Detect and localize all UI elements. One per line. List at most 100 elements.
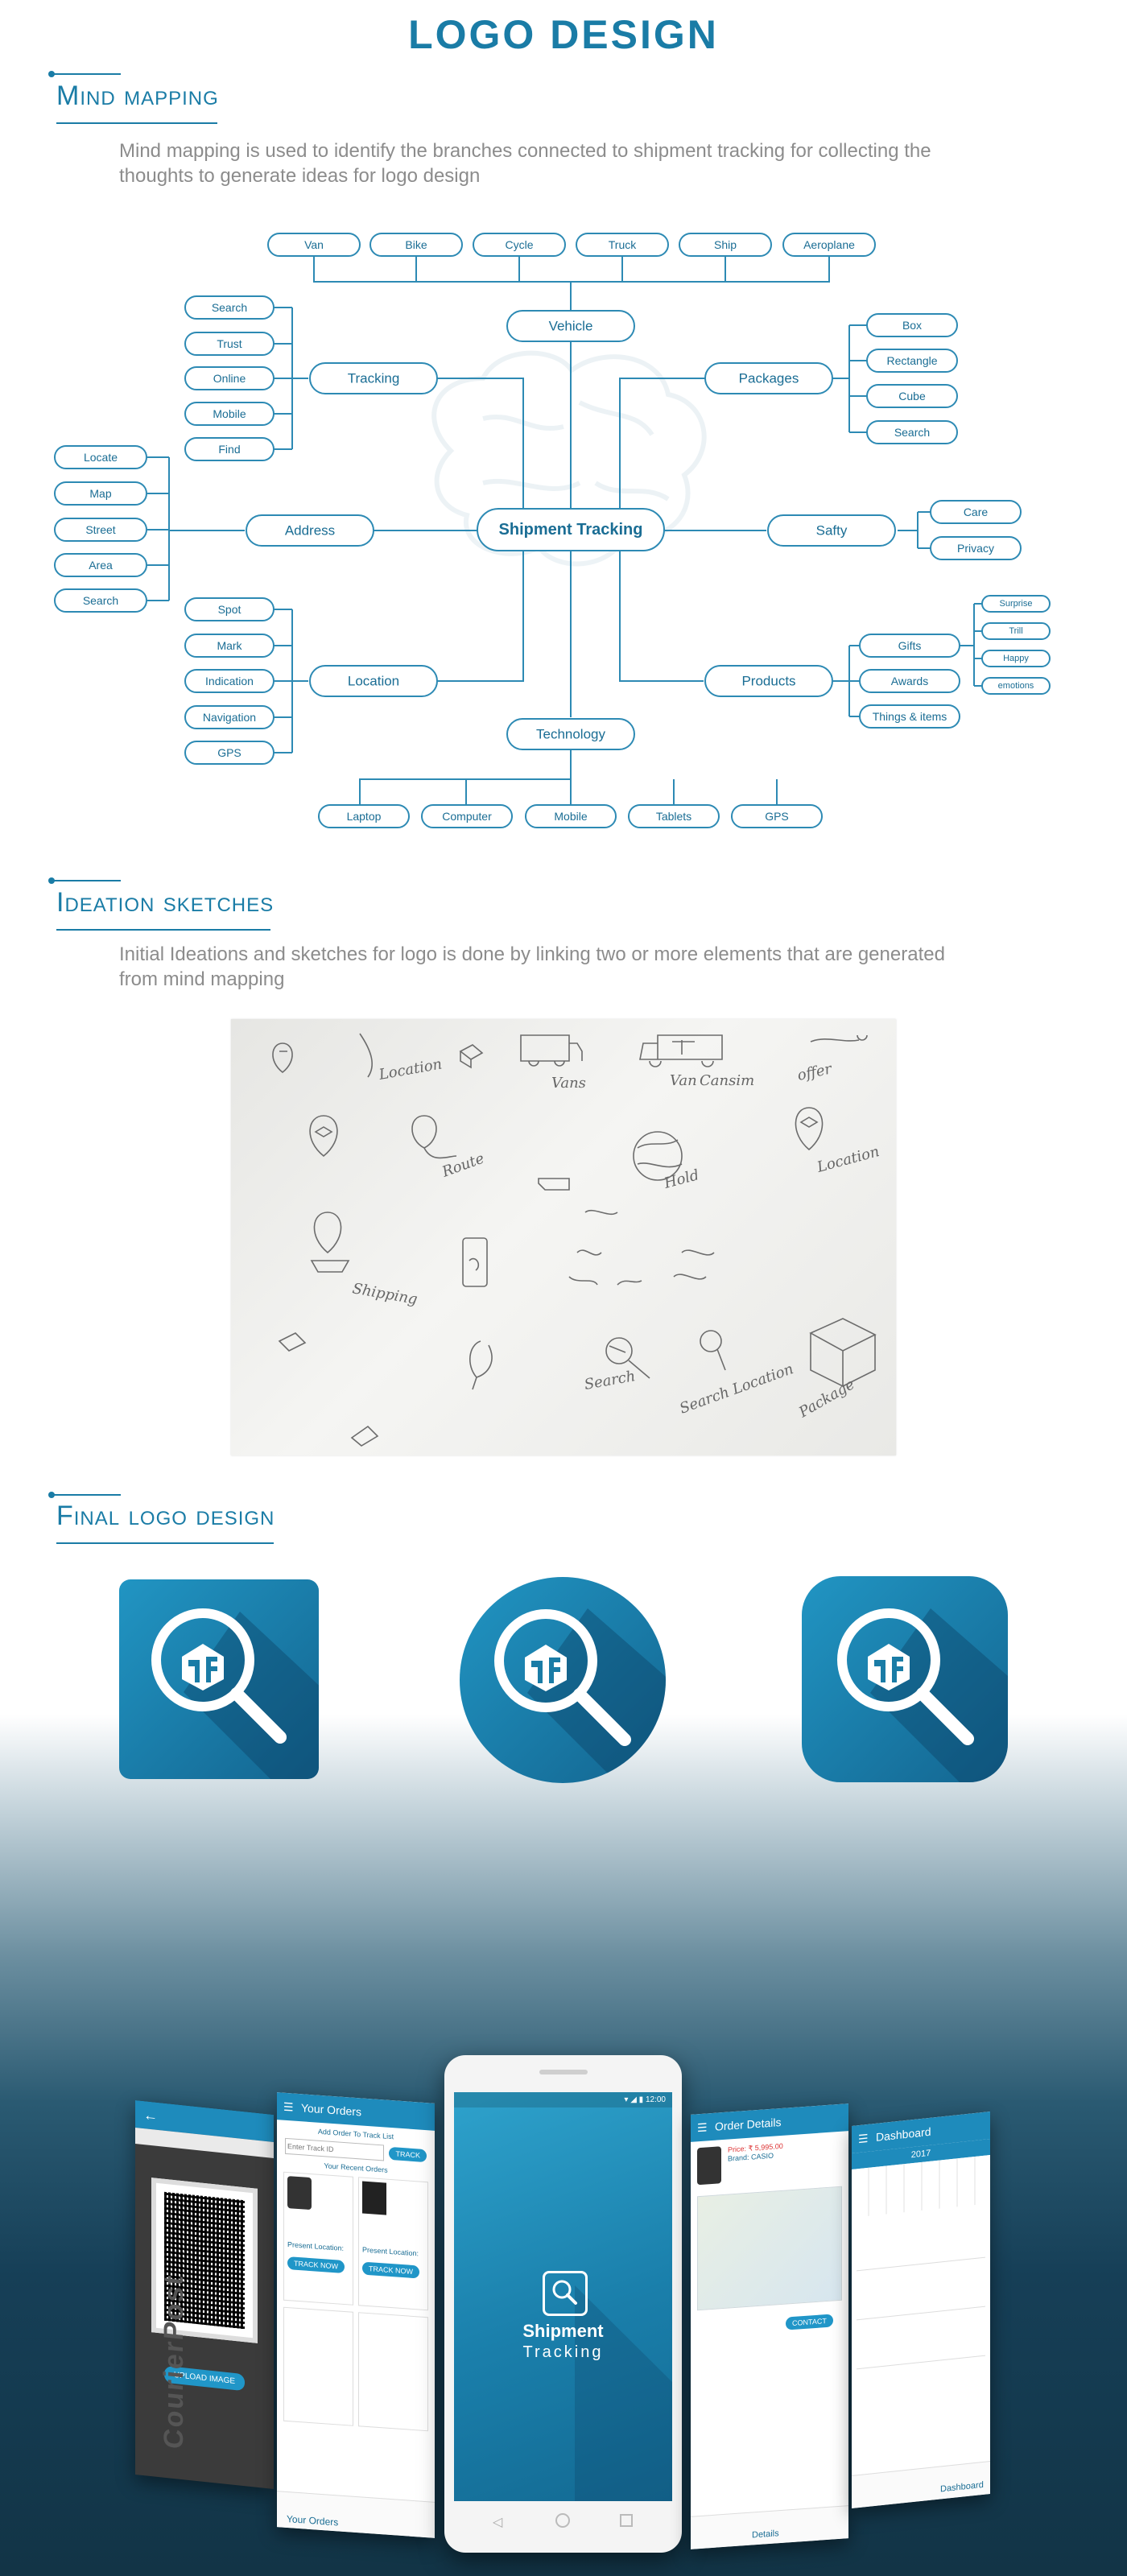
mind-mapping-description: Mind mapping is used to identify the bra…	[119, 140, 931, 187]
app-logo-icon	[543, 2271, 588, 2316]
page-title: LOGO DESIGN	[408, 12, 719, 57]
scan-phone: ← UPLOAD IMAGE CourierPost	[135, 2099, 274, 2490]
svg-text:Route: Route	[440, 1150, 487, 1182]
svg-text:Van: Van	[304, 238, 324, 251]
svg-text:Van: Van	[670, 1072, 697, 1089]
svg-text:Mobile: Mobile	[554, 810, 587, 823]
sketch-magnifier2-icon	[700, 1330, 726, 1371]
branch-location: Location	[309, 665, 438, 697]
nav-recents-icon[interactable]	[620, 2514, 633, 2527]
order-card[interactable]	[283, 2306, 353, 2426]
sketch-route-icon	[810, 1034, 868, 1042]
menu-icon[interactable]: ☰	[858, 2124, 869, 2153]
branch-products: Products	[704, 665, 833, 697]
svg-text:Package: Package	[795, 1376, 857, 1422]
svg-text:Locate: Locate	[84, 451, 118, 464]
nav-details[interactable]: Details	[752, 2524, 848, 2540]
app-name-line1: Shipment	[522, 2321, 604, 2341]
order-card[interactable]	[358, 2312, 428, 2432]
location-items: Spot Mark Indication Navigation GPS	[184, 597, 275, 765]
order-card[interactable]: Present Location: TRACK NOW	[283, 2171, 353, 2306]
sketch-phone-icon	[462, 1237, 488, 1287]
svg-text:Ship: Ship	[714, 238, 737, 251]
svg-text:Cube: Cube	[898, 390, 926, 402]
svg-text:Vehicle: Vehicle	[549, 319, 593, 334]
svg-text:Spot: Spot	[218, 603, 242, 616]
sketch-route2-icon	[411, 1115, 457, 1159]
svg-text:Tracking: Tracking	[348, 371, 400, 386]
svg-text:Mark: Mark	[217, 639, 242, 652]
svg-text:emotions: emotions	[998, 681, 1034, 691]
svg-text:Cansim: Cansim	[700, 1072, 754, 1089]
order-card[interactable]: Present Location: TRACK NOW	[358, 2177, 428, 2311]
sketch-pin2-icon	[795, 1107, 824, 1151]
contact-button[interactable]: CONTACT	[786, 2314, 833, 2330]
nav-home-icon[interactable]	[555, 2513, 570, 2528]
packages-items: Box Rectangle Cube Search	[866, 313, 958, 444]
svg-text:Cycle: Cycle	[505, 238, 533, 251]
svg-text:Gifts: Gifts	[898, 639, 922, 652]
svg-text:Shipping: Shipping	[351, 1280, 419, 1308]
svg-text:Truck: Truck	[609, 238, 637, 251]
map-view[interactable]	[697, 2186, 842, 2311]
sketch-scribbles	[568, 1209, 715, 1286]
svg-text:Vans: Vans	[551, 1075, 586, 1092]
svg-text:Safty: Safty	[816, 523, 848, 539]
svg-text:Packages: Packages	[739, 371, 799, 386]
address-items: Locate Map Street Area Search	[54, 445, 147, 613]
sketch-box-icon	[459, 1044, 484, 1069]
svg-text:GPS: GPS	[765, 810, 789, 823]
section-rule	[50, 73, 121, 75]
track-now-button[interactable]: TRACK NOW	[362, 2261, 419, 2279]
dashboard-title: Dashboard	[876, 2124, 931, 2144]
ideation-description: Initial Ideations and sketches for logo …	[119, 943, 945, 990]
svg-text:Products: Products	[741, 674, 795, 689]
back-arrow-icon[interactable]: ←	[143, 2107, 158, 2124]
ideation-sketch-photo: Location Vans Van Cansim offer Route Hol…	[231, 1019, 896, 1455]
sketch-package-icon	[809, 1318, 877, 1388]
sketch-hand-icon	[538, 1178, 570, 1191]
svg-text:Location: Location	[348, 674, 399, 689]
svg-text:Trust: Trust	[217, 337, 242, 350]
shirt-image	[362, 2181, 386, 2215]
logo-rounded	[802, 1576, 1008, 1782]
track-id-input[interactable]	[285, 2137, 385, 2161]
products-items: Gifts Awards Things & items	[859, 634, 960, 729]
safty-items: Care Privacy	[930, 500, 1022, 560]
section-underline	[56, 122, 217, 124]
orders-phone: ☰ Your Orders Add Order To Track List TR…	[277, 2092, 435, 2538]
menu-icon[interactable]: ☰	[697, 2113, 708, 2141]
svg-text:offer: offer	[796, 1060, 835, 1084]
svg-text:Tablets: Tablets	[656, 810, 691, 823]
sketch-truck-icon	[639, 1034, 723, 1067]
present-location-label: Present Location:	[362, 2245, 419, 2258]
svg-text:Box: Box	[902, 319, 922, 332]
track-button[interactable]: TRACK	[389, 2146, 427, 2163]
track-now-button[interactable]: TRACK NOW	[287, 2256, 345, 2274]
nav-dashboard[interactable]: Dashboard	[940, 2479, 990, 2495]
tracking-items: Search Trust Online Mobile Find	[184, 295, 275, 461]
svg-text:Map: Map	[89, 487, 111, 500]
nav-back-icon[interactable]: ◁	[493, 2514, 502, 2530]
svg-text:Rectangle: Rectangle	[886, 354, 937, 367]
mind-mapping-heading: Mind mapping	[56, 80, 219, 111]
vehicle-items: Van Bike Cycle Truck Ship Aeroplane	[267, 233, 876, 282]
svg-text:Search: Search	[583, 1368, 637, 1393]
branch-technology: Technology	[506, 718, 635, 750]
svg-text:Hold: Hold	[662, 1166, 701, 1192]
svg-text:Indication: Indication	[205, 675, 254, 687]
sketch-pin-icon	[272, 1033, 373, 1078]
watch-image	[697, 2146, 721, 2186]
sketch-search-icon	[469, 1340, 493, 1390]
technology-items: Laptop Computer Mobile Tablets GPS	[318, 779, 823, 828]
center-node-label: Shipment Tracking	[499, 521, 643, 539]
svg-text:Address: Address	[285, 523, 335, 539]
branch-address: Address	[246, 514, 374, 547]
ideation-heading: Ideation sketches	[56, 887, 275, 918]
dashboard-phone: ☰ Dashboard 2017 Dashboard	[852, 2111, 990, 2509]
logo-square	[119, 1579, 319, 1779]
logo-circle	[460, 1577, 666, 1783]
menu-icon[interactable]: ☰	[283, 2093, 294, 2121]
present-location-label: Present Location:	[287, 2240, 345, 2252]
svg-text:Location: Location	[377, 1056, 443, 1084]
